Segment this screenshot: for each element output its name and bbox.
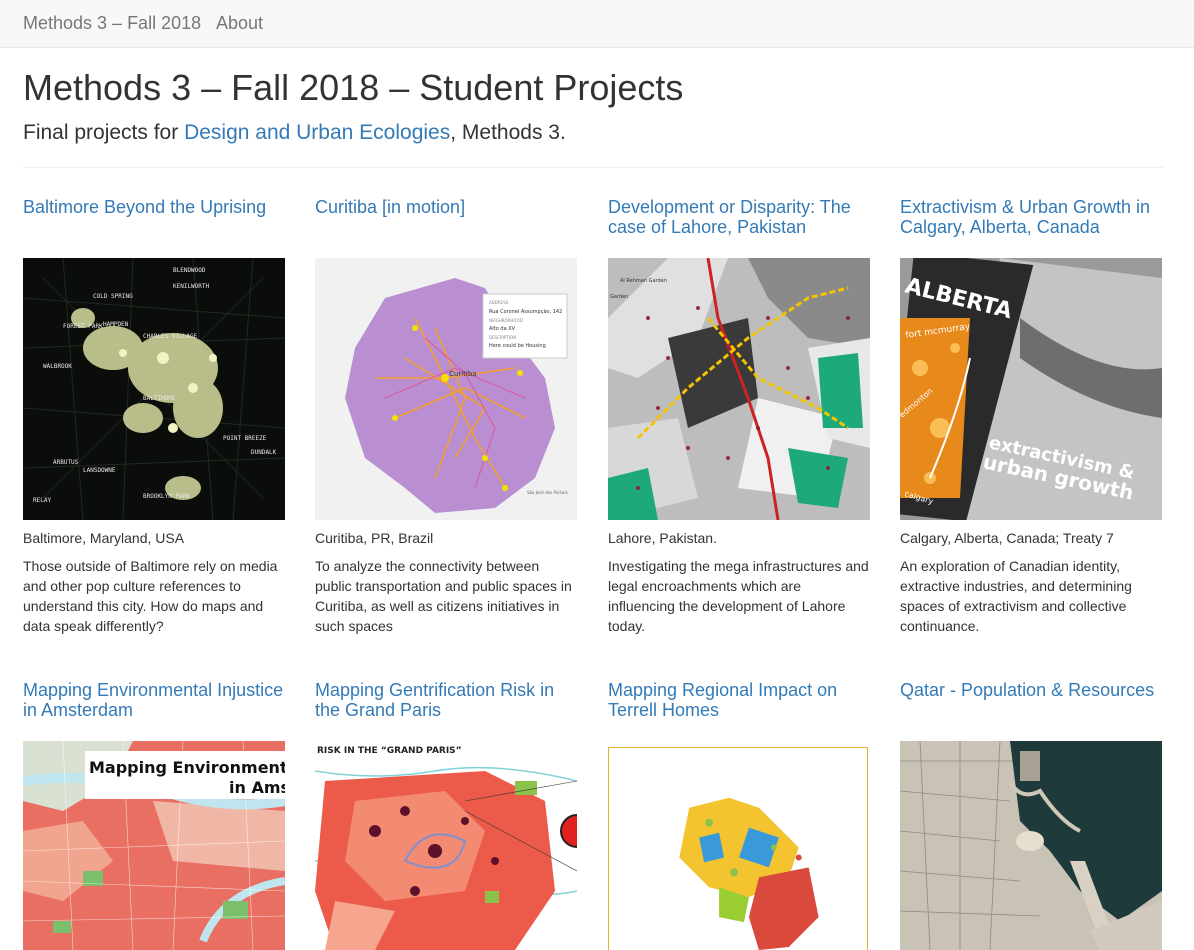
project-location: Lahore, Pakistan.: [608, 530, 717, 546]
project-thumbnail-baltimore[interactable]: BLENDWOOD KENILWORTH COLD SPRING FOREST …: [23, 258, 285, 520]
project-description: Those outside of Baltimore rely on media…: [23, 558, 278, 634]
qatar-satellite-image: [900, 741, 1162, 950]
project-card-curitiba: Curitiba [in motion] ADDRESS Rua Coronel…: [315, 197, 578, 634]
popup-value: Rua Coronel Assumpção, 142: [489, 309, 562, 315]
project-location: Curitiba, PR, Brazil: [315, 530, 434, 546]
project-card-calgary: Extractivism & Urban Growth in Calgary, …: [900, 197, 1163, 634]
map-label: CHARLES VILLAGE: [143, 333, 198, 340]
map-label: LANSDOWNE: [83, 467, 116, 474]
popup-label: ADDRESS: [489, 300, 509, 305]
project-description: To analyze the connectivity between publ…: [315, 558, 572, 634]
project-thumbnail-grand-paris[interactable]: RISK IN THE “GRAND PARIS”: [315, 741, 577, 950]
lead-prefix: Final projects for: [23, 121, 185, 144]
project-title-link[interactable]: Development or Disparity: The case of La…: [608, 197, 871, 247]
page-title: Methods 3 – Fall 2018 – Student Projects: [23, 67, 684, 108]
project-description: Investigating the mega infrastructures a…: [608, 558, 869, 634]
popup-value: Here could be Housing: [489, 343, 546, 349]
project-description: An exploration of Canadian identity, ext…: [900, 558, 1132, 634]
map-label: BROOKLYN PARK: [143, 493, 190, 500]
project-title-link[interactable]: Baltimore Beyond the Uprising: [23, 197, 286, 247]
lead-suffix: , Methods 3.: [450, 121, 566, 144]
popup-value: Alto da XV: [489, 326, 516, 332]
map-label: POINT BREEZE: [223, 435, 267, 442]
map-label: KENILWORTH: [173, 283, 210, 290]
map-label: FOREST PARK: [63, 323, 103, 330]
map-label: BALTIMORE: [143, 395, 176, 402]
project-title-link[interactable]: Extractivism & Urban Growth in Calgary, …: [900, 197, 1163, 247]
baltimore-map-image: BLENDWOOD KENILWORTH COLD SPRING FOREST …: [23, 258, 285, 520]
design-urban-ecologies-link[interactable]: Design and Urban Ecologies: [184, 121, 450, 144]
project-card-baltimore: Baltimore Beyond the Uprising BLENDWOOD …: [23, 197, 286, 634]
map-heading: in Amste: [229, 778, 285, 797]
project-title-link[interactable]: Mapping Environmental Injustice in Amste…: [23, 680, 286, 730]
map-heading: RISK IN THE “GRAND PARIS”: [317, 746, 462, 756]
nav-brand-link[interactable]: Methods 3 – Fall 2018: [23, 13, 201, 34]
project-location: Calgary, Alberta, Canada; Treaty 7: [900, 530, 1114, 546]
calgary-collage-image: ALBERTA fort mcmurray edmonton calgary e…: [900, 258, 1162, 520]
map-label: ARBUTUS: [53, 459, 79, 466]
project-title-link[interactable]: Mapping Gentrification Risk in the Grand…: [315, 680, 578, 730]
project-title-link[interactable]: Curitiba [in motion]: [315, 197, 578, 247]
map-label: RELAY: [33, 497, 51, 504]
amsterdam-map-image: Mapping Environmental Inj in Amste: [23, 741, 285, 950]
project-thumbnail-lahore[interactable]: Al Rehman Garden Garden: [608, 258, 870, 520]
header-divider: [23, 167, 1163, 168]
project-card-grand-paris: Mapping Gentrification Risk in the Grand…: [315, 680, 578, 950]
map-label: HAMPDEN: [103, 321, 129, 328]
page-lead: Final projects for Design and Urban Ecol…: [23, 121, 566, 145]
project-thumbnail-terrell-homes[interactable]: [608, 747, 868, 950]
project-thumbnail-calgary[interactable]: ALBERTA fort mcmurray edmonton calgary e…: [900, 258, 1162, 520]
project-card-qatar: Qatar - Population & Resources: [900, 680, 1163, 950]
map-city-label: Curitiba: [449, 370, 477, 378]
project-title-link[interactable]: Mapping Regional Impact on Terrell Homes: [608, 680, 871, 730]
nav-about-link[interactable]: About: [216, 13, 263, 34]
curitiba-map-image: ADDRESS Rua Coronel Assumpção, 142 NEIGH…: [315, 258, 577, 520]
map-label: WALBROOK: [43, 363, 72, 370]
popup-label: DESCRIPTION: [489, 335, 516, 340]
map-label: Garden: [610, 294, 628, 300]
map-label: Al Rehman Garden: [620, 278, 667, 284]
project-thumbnail-curitiba[interactable]: ADDRESS Rua Coronel Assumpção, 142 NEIGH…: [315, 258, 577, 520]
grand-paris-map-image: RISK IN THE “GRAND PARIS”: [315, 741, 577, 950]
map-label: São José dos Pinhais: [527, 490, 568, 495]
project-card-lahore: Development or Disparity: The case of La…: [608, 197, 871, 634]
project-card-terrell-homes: Mapping Regional Impact on Terrell Homes: [608, 680, 871, 950]
lahore-map-image: Al Rehman Garden Garden: [608, 258, 870, 520]
project-thumbnail-qatar[interactable]: [900, 741, 1162, 950]
map-heading: Mapping Environmental Inj: [89, 758, 285, 777]
map-label: DUNDALK: [251, 449, 277, 456]
map-label: BLENDWOOD: [173, 267, 206, 274]
project-location: Baltimore, Maryland, USA: [23, 530, 185, 546]
popup-label: NEIGHBORHOOD: [489, 318, 523, 323]
project-card-amsterdam: Mapping Environmental Injustice in Amste…: [23, 680, 286, 950]
project-thumbnail-amsterdam[interactable]: Mapping Environmental Inj in Amste: [23, 741, 285, 950]
navbar: Methods 3 – Fall 2018 About: [0, 0, 1194, 48]
map-label: COLD SPRING: [93, 293, 133, 300]
terrell-homes-map-image: [609, 748, 867, 950]
project-title-link[interactable]: Qatar - Population & Resources: [900, 680, 1163, 730]
